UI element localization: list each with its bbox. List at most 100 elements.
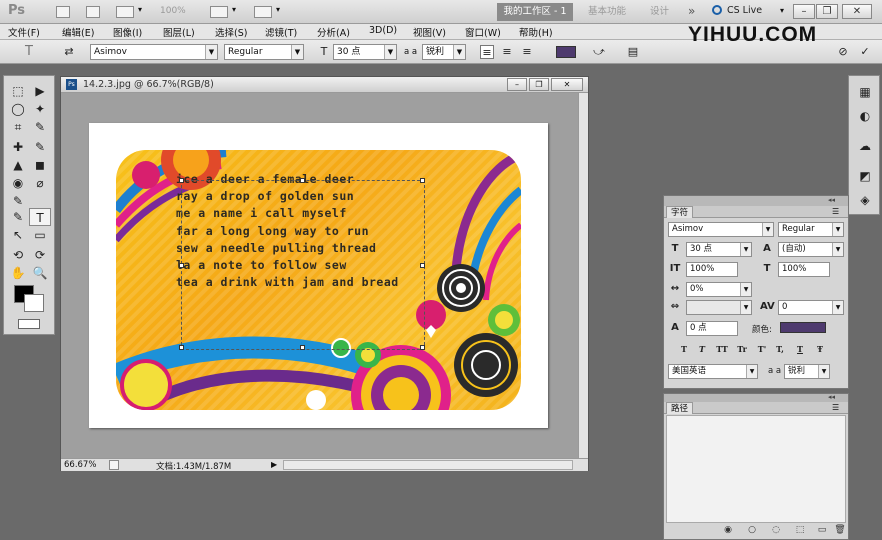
3d-orbit-tool-icon[interactable]: ⟳ (29, 246, 51, 264)
adjustments-icon[interactable]: ◐ (857, 108, 873, 124)
document-canvas[interactable]: ice a deer a female deer ray a drop of g… (89, 123, 548, 428)
align-left-icon[interactable]: ≡ (480, 45, 494, 59)
type-tool-icon[interactable]: T (29, 208, 51, 226)
cp-tracking-select[interactable]: ▼ (686, 300, 752, 315)
antialias-select[interactable]: 锐利 ▼ (422, 44, 466, 60)
workspace-essentials[interactable]: 基本功能 (580, 3, 634, 21)
stamp-tool-icon[interactable]: ▲ (7, 156, 29, 174)
tab-character[interactable]: 字符 (666, 206, 694, 218)
align-right-icon[interactable]: ≡ (520, 45, 534, 59)
menu-window[interactable]: 窗口(W) (465, 25, 501, 39)
cp-language-select[interactable]: 美国英语 ▼ (668, 364, 758, 379)
panel-menu-icon[interactable]: ☰ (832, 207, 839, 216)
eyedropper-tool-icon[interactable]: ✎ (29, 118, 51, 136)
text-color-swatch[interactable] (556, 46, 576, 58)
close-button[interactable]: ✕ (842, 4, 872, 19)
hand-tool-icon[interactable]: ✋ (7, 264, 29, 282)
collapse-icon[interactable]: ◂◂ (828, 393, 835, 401)
cs-live-button[interactable]: CS Live (727, 5, 762, 16)
font-style-select[interactable]: Regular ▼ (224, 44, 304, 60)
panel-header[interactable]: ◂◂ (664, 393, 848, 402)
pen-tool-icon[interactable]: ✎ (7, 208, 29, 226)
menu-file[interactable]: 文件(F) (8, 25, 40, 39)
canvas-area[interactable]: ice a deer a female deer ray a drop of g… (61, 93, 578, 458)
panel-menu-icon[interactable]: ☰ (832, 403, 839, 412)
fill-path-icon[interactable]: ◉ (722, 524, 734, 536)
layers-icon[interactable]: ◩ (857, 168, 873, 184)
cp-font-style-select[interactable]: Regular ▼ (778, 222, 844, 237)
align-center-icon[interactable]: ≡ (500, 45, 514, 59)
path-selection-tool-icon[interactable]: ↖ (7, 226, 29, 244)
transform-handle[interactable] (420, 263, 425, 268)
load-selection-icon[interactable]: ◌ (770, 524, 782, 536)
cp-font-family-select[interactable]: Asimov ▼ (668, 222, 774, 237)
character-panel-icon[interactable]: ▤ (626, 45, 640, 59)
new-path-icon[interactable]: ▭ (816, 524, 828, 536)
cp-tracking-value-select[interactable]: 0 ▼ (778, 300, 844, 315)
view-extras-icon[interactable] (116, 6, 134, 18)
workspace-my-workspace[interactable]: 我的工作区 - 1 (497, 3, 573, 21)
transform-handle[interactable] (300, 178, 305, 183)
all-caps-icon[interactable]: TT (716, 343, 728, 355)
small-caps-icon[interactable]: Tr (736, 343, 748, 355)
magic-wand-tool-icon[interactable]: ✦ (29, 100, 51, 118)
transform-handle[interactable] (179, 178, 184, 183)
zoom-field[interactable]: 66.67% (64, 460, 96, 470)
marquee-tool-icon[interactable]: ⬚ (7, 82, 29, 100)
screen-mode-icon[interactable] (254, 6, 272, 18)
doc-close-button[interactable]: ✕ (551, 78, 583, 91)
faux-italic-icon[interactable]: T (696, 343, 708, 355)
commit-icon[interactable]: ✓ (858, 45, 872, 59)
bridge-icon[interactable] (56, 6, 70, 18)
menu-3d[interactable]: 3D(D) (369, 25, 397, 36)
text-orientation-icon[interactable]: ⇄ (62, 45, 76, 59)
transform-handle[interactable] (179, 345, 184, 350)
cancel-icon[interactable]: ⊘ (836, 45, 850, 59)
arrange-documents-icon[interactable] (210, 6, 228, 18)
transform-handle[interactable] (300, 345, 305, 350)
status-menu-arrow-icon[interactable]: ▶ (271, 460, 277, 469)
menu-edit[interactable]: 编辑(E) (62, 25, 94, 39)
restore-button[interactable]: ❐ (816, 4, 838, 19)
history-brush-tool-icon[interactable]: ◼ (29, 156, 51, 174)
lasso-tool-icon[interactable]: ◯ (7, 100, 29, 118)
minimize-button[interactable]: – (793, 4, 815, 19)
subscript-icon[interactable]: T, (774, 343, 786, 355)
doc-maximize-button[interactable]: ❐ (529, 78, 549, 91)
zoom-tool-icon[interactable]: 🔍 (29, 264, 51, 282)
strikethrough-icon[interactable]: Ŧ (814, 343, 826, 355)
vertical-scrollbar[interactable] (578, 93, 588, 458)
styles-icon[interactable]: ☁ (857, 138, 873, 154)
transform-handle[interactable] (420, 345, 425, 350)
horizontal-scrollbar[interactable] (283, 460, 573, 470)
font-size-select[interactable]: 30 点 ▼ (333, 44, 397, 60)
cp-kerning-select[interactable]: 0% ▼ (686, 282, 752, 297)
workspace-design[interactable]: 设计 (642, 3, 677, 21)
histogram-icon[interactable]: ▦ (857, 84, 873, 100)
menu-select[interactable]: 选择(S) (215, 25, 247, 39)
underline-icon[interactable]: T (794, 343, 806, 355)
cp-horizontal-scale-input[interactable]: 100% (778, 262, 830, 277)
menu-image[interactable]: 图像(I) (113, 25, 142, 39)
chevron-down-icon[interactable]: ▾ (276, 5, 280, 14)
chevron-down-icon[interactable]: ▾ (232, 5, 236, 14)
cp-antialias-select[interactable]: 锐利 ▼ (784, 364, 830, 379)
menu-help[interactable]: 帮助(H) (519, 25, 553, 39)
menu-analysis[interactable]: 分析(A) (317, 25, 350, 39)
quick-mask-icon[interactable] (18, 319, 40, 329)
cp-font-size-select[interactable]: 30 点 ▼ (686, 242, 752, 257)
cp-leading-select[interactable]: (自动) ▼ (778, 242, 844, 257)
tab-paths[interactable]: 路径 (666, 402, 694, 414)
stroke-path-icon[interactable]: ○ (746, 524, 758, 536)
chevron-down-icon[interactable]: ▾ (780, 6, 784, 15)
3d-rotate-tool-icon[interactable]: ⟲ (7, 246, 29, 264)
menu-view[interactable]: 视图(V) (413, 25, 446, 39)
collapse-icon[interactable]: ◂◂ (828, 196, 835, 204)
transform-handle[interactable] (179, 263, 184, 268)
background-color-swatch[interactable] (24, 294, 44, 312)
gradient-tool-icon[interactable]: ⌀ (29, 174, 51, 192)
minibridge-icon[interactable] (86, 6, 100, 18)
workspace-overflow[interactable]: » (680, 2, 703, 20)
brush-tool-icon[interactable]: ✎ (29, 138, 51, 156)
transform-handle[interactable] (420, 178, 425, 183)
